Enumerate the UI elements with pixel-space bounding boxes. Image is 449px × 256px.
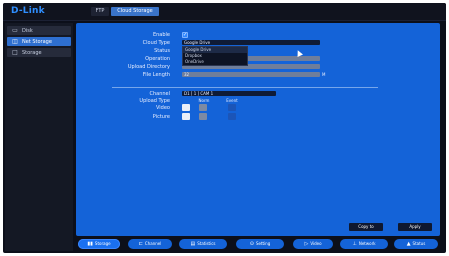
operation-label: Operation [145,56,170,62]
file-length-unit: M [322,72,326,77]
picture-normal-checkbox[interactable] [199,113,207,120]
top-bar: D-Link FTP Cloud Storage [3,3,446,21]
enable-label: Enable [152,32,170,38]
nav-status[interactable]: ▲ Status [394,239,438,249]
apply-button[interactable]: Apply [398,223,432,231]
nav-label: Statistics [197,241,216,246]
brand-logo: D-Link [11,6,45,16]
nav-label: Network [358,241,376,246]
channel-select[interactable]: D1 [ 1 ] CAM 1 [182,91,276,96]
copy-to-button[interactable]: Copy to [349,223,383,231]
video-all-checkbox[interactable] [182,104,190,111]
sidebar-item-net-storage[interactable]: ◫ Net Storage [7,37,71,46]
status-label: Status [154,48,170,54]
picture-all-checkbox[interactable] [182,113,190,120]
picture-event-checkbox[interactable] [228,113,236,120]
tab-cloud-storage[interactable]: Cloud Storage [111,7,159,16]
upload-directory-label: Upload Directory [127,64,170,70]
channel-label: Channel [149,91,170,97]
cloud-type-dropdown-list: Google Drive Dropbox OneDrive [182,46,248,66]
nav-label: Video [310,241,322,246]
bottom-nav: ▮▮ Storage ⊏ Channel ▤ Statistics ⊙ Setting … [76,238,440,251]
nav-label: Status [412,241,426,246]
column-header-normal: Norm [198,98,210,103]
sidebar-item-label: Storage [22,50,42,56]
cloud-type-label: Cloud Type [142,40,170,46]
storage-nav-icon: ▮▮ [87,241,93,247]
file-length-label: File Length [142,72,170,78]
nav-label: Storage [94,241,111,246]
net-storage-icon: ◫ [12,38,18,45]
nav-label: Channel [144,241,162,246]
sidebar-item-disk[interactable]: ▭ Disk [7,26,71,35]
settings-panel: Enable ✓ Cloud Type Google Drive Status … [76,23,440,236]
cloud-type-select[interactable]: Google Drive [182,40,320,45]
setting-icon: ⊙ [249,241,254,247]
network-icon: ⊥ [352,241,357,247]
picture-label: Picture [152,114,170,120]
nav-label: Setting [255,241,271,246]
sidebar-item-storage[interactable]: □ Storage [7,48,71,57]
status-icon: ▲ [406,241,411,247]
sidebar: ▭ Disk ◫ Net Storage □ Storage [5,23,73,251]
video-icon: ▷ [304,241,309,247]
video-normal-checkbox[interactable] [199,104,207,111]
nav-channel[interactable]: ⊏ Channel [128,239,172,249]
video-event-checkbox[interactable] [228,104,236,111]
statistics-icon: ▤ [190,241,196,247]
sidebar-item-label: Net Storage [22,39,52,45]
section-divider [112,87,378,88]
video-label: Video [155,105,170,111]
nav-video[interactable]: ▷ Video [293,239,333,249]
nav-storage[interactable]: ▮▮ Storage [78,239,120,249]
column-header-event: Event [226,98,238,103]
enable-checkbox[interactable]: ✓ [182,32,188,38]
file-length-input[interactable]: 32 [182,72,320,77]
dropdown-option[interactable]: OneDrive [183,59,247,65]
disk-icon: ▭ [12,27,18,34]
nav-setting[interactable]: ⊙ Setting [236,239,284,249]
upload-type-label: Upload Type [139,98,170,104]
channel-icon: ⊏ [138,241,143,247]
tab-ftp[interactable]: FTP [91,7,109,16]
nav-statistics[interactable]: ▤ Statistics [179,239,227,249]
sidebar-item-label: Disk [22,28,33,34]
storage-icon: □ [12,49,18,56]
dvr-window: D-Link FTP Cloud Storage ▭ Disk ◫ Net Stor… [3,3,446,253]
nav-network[interactable]: ⊥ Network [340,239,388,249]
